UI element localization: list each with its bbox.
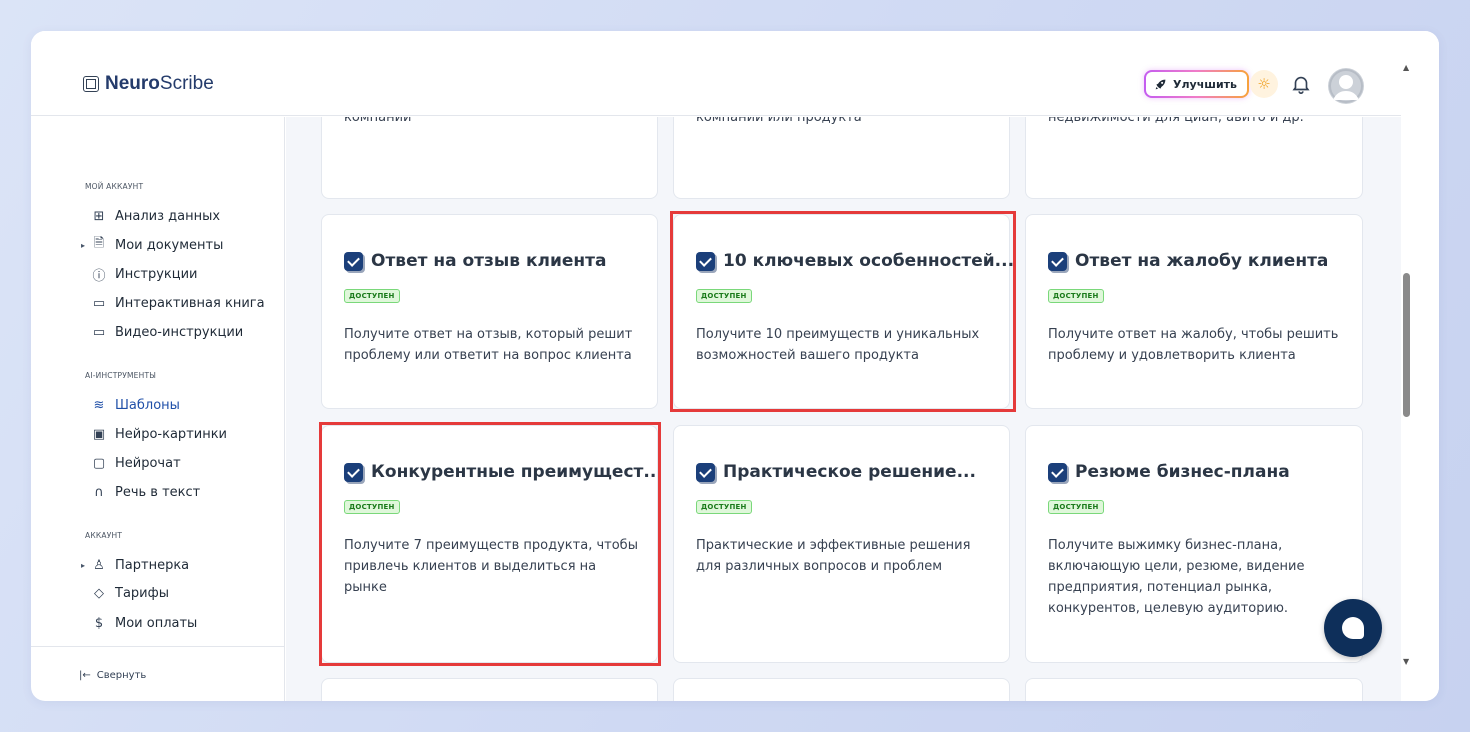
sidebar-item-templates[interactable]: ≋ Шаблоны: [81, 394, 180, 416]
image-icon: ▣: [92, 426, 106, 442]
checkbox-icon: [696, 462, 715, 482]
sidebar-item-instructions[interactable]: ⓘ Инструкции: [81, 263, 197, 285]
app-window: компании компании или продукта недвижимо…: [31, 31, 1439, 701]
sidebar-item-interactive-book[interactable]: ▭ Интерактивная книга: [81, 292, 265, 314]
card-desc: компании: [344, 117, 412, 125]
card-desc: Получите ответ на отзыв, который решит п…: [344, 327, 633, 363]
logo[interactable]: NeuroScribe: [83, 73, 214, 95]
user-icon: [1329, 69, 1363, 103]
rocket-icon: [1155, 79, 1166, 89]
template-card[interactable]: Ответ на жалобу клиента ДОСТУПЕН Получит…: [1025, 214, 1363, 409]
chevron-right-icon[interactable]: ▸: [81, 241, 90, 250]
templates-grid: компании компании или продукта недвижимо…: [286, 117, 1401, 701]
bell-icon[interactable]: [1290, 73, 1312, 95]
collapse-button[interactable]: |← Свернуть: [79, 670, 146, 681]
status-badge: ДОСТУПЕН: [696, 500, 752, 514]
dollar-icon: $: [94, 615, 104, 631]
upgrade-button[interactable]: Улучшить: [1144, 70, 1249, 98]
checkbox-icon: [1048, 462, 1067, 482]
card-desc: недвижимости для циан, авито и др.: [1048, 117, 1304, 125]
scroll-up-icon[interactable]: ▲: [1403, 63, 1409, 72]
status-badge: ДОСТУПЕН: [344, 289, 400, 303]
logo-icon: [83, 76, 99, 92]
template-card[interactable]: компании или продукта: [673, 117, 1010, 199]
scrollbar-thumb[interactable]: [1403, 273, 1410, 417]
sidebar-item-payments[interactable]: $ Мои оплаты: [81, 612, 197, 634]
chevron-right-icon[interactable]: ▸: [81, 561, 90, 570]
checkbox-icon: [1048, 251, 1067, 271]
template-card[interactable]: Практическое решение... ДОСТУПЕН Практич…: [673, 425, 1010, 663]
collapse-icon: |←: [79, 670, 91, 681]
checkbox-icon: [344, 251, 363, 271]
card-title: Практическое решение...: [696, 462, 976, 482]
card-desc: Получите ответ на жалобу, чтобы решить п…: [1048, 327, 1339, 363]
logo-bold: Neuro: [105, 73, 160, 94]
status-badge: ДОСТУПЕН: [1048, 289, 1104, 303]
card-title: Ответ на отзыв клиента: [344, 251, 606, 271]
card-title: Резюме бизнес-плана: [1048, 462, 1290, 482]
template-card[interactable]: [321, 678, 658, 701]
layers-icon: ≋: [93, 397, 105, 413]
grid-icon: ⊞: [93, 208, 105, 224]
card-title-text: Резюме бизнес-плана: [1075, 462, 1290, 482]
template-card[interactable]: Резюме бизнес-плана ДОСТУПЕН Получите вы…: [1025, 425, 1363, 663]
template-card[interactable]: [1025, 678, 1363, 701]
card-title-text: Ответ на отзыв клиента: [371, 251, 607, 271]
section-label: AI-ИНСТРУМЕНТЫ: [85, 371, 157, 380]
chat-icon: ▢: [92, 455, 106, 471]
top-bar: NeuroScribe Улучшить ☼: [31, 31, 1401, 116]
card-title-text: Ответ на жалобу клиента: [1075, 251, 1329, 271]
sidebar-item-video-instructions[interactable]: ▭ Видео-инструкции: [81, 321, 243, 343]
scroll-down-icon[interactable]: ▼: [1403, 657, 1409, 666]
card-title-text: Практическое решение...: [723, 462, 976, 482]
logo-rest: Scribe: [159, 73, 214, 94]
card-desc: компании или продукта: [696, 117, 862, 125]
sidebar-item-tariffs[interactable]: ◇ Тарифы: [81, 582, 169, 604]
sidebar-item-neurochat[interactable]: ▢ Нейрочат: [81, 452, 181, 474]
upgrade-label: Улучшить: [1173, 77, 1237, 91]
avatar[interactable]: [1328, 68, 1364, 104]
card-desc: Получите выжимку бизнес-плана, включающу…: [1048, 538, 1305, 616]
sidebar-item-neuro-images[interactable]: ▣ Нейро-картинки: [81, 423, 227, 445]
template-card[interactable]: компании: [321, 117, 658, 199]
sidebar: МОЙ АККАУНТ ⊞ Анализ данных ▸ 🗎 Мои доку…: [31, 117, 285, 701]
highlight-box: [319, 422, 661, 666]
sidebar-item-partners[interactable]: ▸ ♙ Партнерка: [81, 554, 189, 576]
headphones-icon: ∩: [94, 484, 104, 500]
template-card[interactable]: недвижимости для циан, авито и др.: [1025, 117, 1363, 199]
tag-icon: ◇: [94, 585, 104, 601]
card-title: Ответ на жалобу клиента: [1048, 251, 1328, 271]
highlight-box: [670, 211, 1016, 412]
document-icon: 🗎: [93, 236, 105, 251]
chat-widget-button[interactable]: [1324, 599, 1382, 657]
sun-icon[interactable]: ☼: [1250, 70, 1278, 98]
template-card[interactable]: Ответ на отзыв клиента ДОСТУПЕН Получите…: [321, 214, 658, 409]
book-icon: ▭: [92, 295, 106, 311]
sidebar-item-speech-to-text[interactable]: ∩ Речь в текст: [81, 481, 200, 503]
sidebar-item-data-analysis[interactable]: ⊞ Анализ данных: [81, 205, 221, 227]
section-label: МОЙ АККАУНТ: [85, 182, 144, 191]
video-icon: ▭: [92, 324, 106, 340]
sidebar-divider: [31, 646, 284, 647]
section-label: АККАУНТ: [85, 531, 123, 540]
status-badge: ДОСТУПЕН: [1048, 500, 1104, 514]
sidebar-item-documents[interactable]: ▸ 🗎 Мои документы: [81, 234, 223, 256]
question-icon: ⓘ: [92, 268, 106, 284]
card-desc: Практические и эффективные решения для р…: [696, 538, 971, 574]
users-icon: ♙: [93, 557, 105, 573]
template-card[interactable]: [673, 678, 1010, 701]
